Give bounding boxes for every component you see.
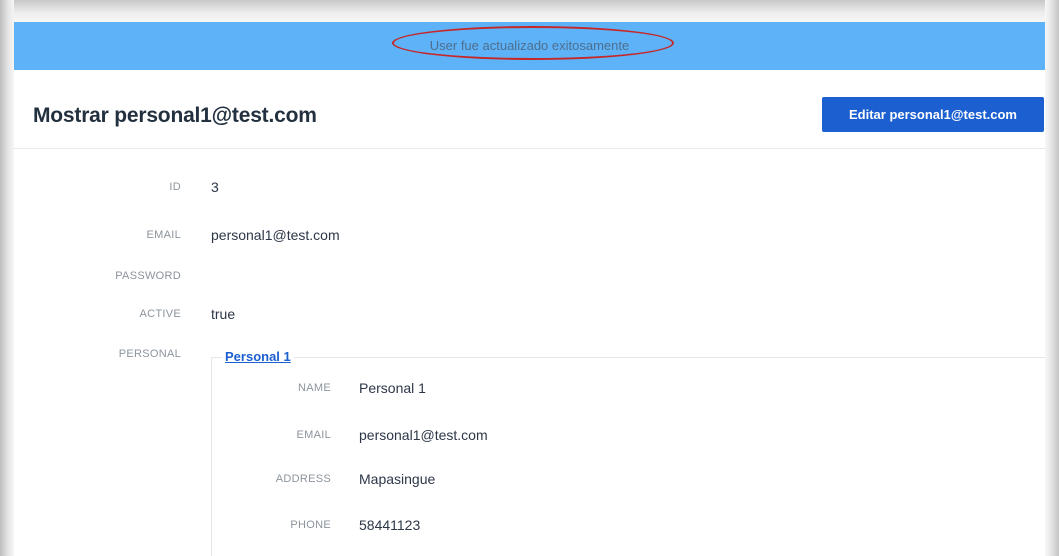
flash-notice: User fue actualizado exitosamente	[14, 22, 1045, 70]
page-title: Mostrar personal1@test.com	[33, 104, 317, 127]
personal-phone-value: 58441123	[359, 517, 421, 533]
personal-link[interactable]: Personal 1	[222, 349, 294, 364]
personal-phone-label: PHONE	[290, 519, 331, 531]
email-value: personal1@test.com	[211, 227, 340, 243]
password-label: PASSWORD	[115, 270, 181, 282]
personal-address-label: ADDRESS	[275, 473, 331, 485]
main-content: User fue actualizado exitosamente Mostra…	[14, 22, 1045, 556]
page-header: Mostrar personal1@test.com Editar person…	[14, 70, 1045, 149]
edit-button[interactable]: Editar personal1@test.com	[822, 97, 1044, 132]
window-frame-top	[0, 0, 1059, 22]
id-value: 3	[211, 179, 219, 195]
personal-email-label: EMAIL	[296, 429, 331, 441]
annotation-ellipse	[392, 26, 674, 60]
id-label: ID	[169, 181, 181, 193]
personal-name-value: Personal 1	[359, 380, 426, 396]
active-label: ACTIVE	[139, 308, 181, 320]
personal-address-value: Mapasingue	[359, 471, 436, 487]
window-frame-right	[1045, 0, 1059, 556]
personal-label: PERSONAL	[118, 348, 181, 360]
personal-email-value: personal1@test.com	[359, 427, 488, 443]
personal-name-label: NAME	[298, 382, 331, 394]
personal-fieldset	[211, 357, 1045, 556]
active-value: true	[211, 306, 236, 322]
window-frame-left	[0, 0, 14, 556]
email-label: EMAIL	[146, 229, 181, 241]
